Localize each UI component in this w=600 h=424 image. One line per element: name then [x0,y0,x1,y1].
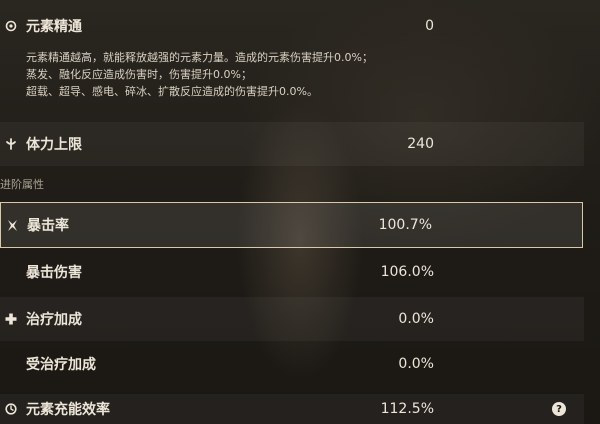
description-line: 蒸发、融化反应造成伤害时，伤害提升0.0%； [26,68,252,81]
stat-value: 112.5% [380,401,434,417]
stat-row-max-stamina[interactable]: 体力上限 240 [0,122,584,166]
section-title: 进阶属性 [0,178,44,191]
stat-row-elemental-mastery[interactable]: 元素精通 0 [0,14,584,38]
plus-icon [4,312,18,326]
help-icon[interactable]: ? [552,402,566,416]
energy-icon [4,402,18,416]
stamina-icon [4,137,18,151]
stat-label: 暴击率 [27,218,69,234]
stat-label: 受治疗加成 [26,357,96,373]
stat-label: 元素充能效率 [26,402,110,418]
stat-label: 暴击伤害 [26,265,82,281]
stat-label: 体力上限 [26,137,82,153]
stat-label: 治疗加成 [26,312,82,328]
stat-value: 106.0% [380,264,434,280]
stat-row-healing-bonus[interactable]: 治疗加成 0.0% [0,297,584,341]
stat-description: 元素精通越高，就能释放越强的元素力量。造成的元素伤害提升0.0%； 蒸发、融化反… [26,49,373,100]
stat-row-crit-dmg[interactable]: 暴击伤害 106.0% [0,250,584,294]
description-line: 超载、超导、感电、碎冰、扩散反应造成的伤害提升0.0%。 [26,85,318,98]
stat-value: 100.7% [378,217,432,233]
stat-value: 240 [407,136,434,152]
crit-icon [5,218,19,232]
stat-value: 0.0% [398,356,434,372]
stat-row-crit-rate[interactable]: 暴击率 100.7% [0,202,583,248]
stat-label: 元素精通 [26,19,82,35]
stat-value: 0 [425,18,434,34]
description-line: 元素精通越高，就能释放越强的元素力量。造成的元素伤害提升0.0%； [26,51,373,64]
stat-row-incoming-healing[interactable]: 受治疗加成 0.0% [0,342,584,386]
stat-value: 0.0% [398,311,434,327]
atom-icon [4,19,18,33]
